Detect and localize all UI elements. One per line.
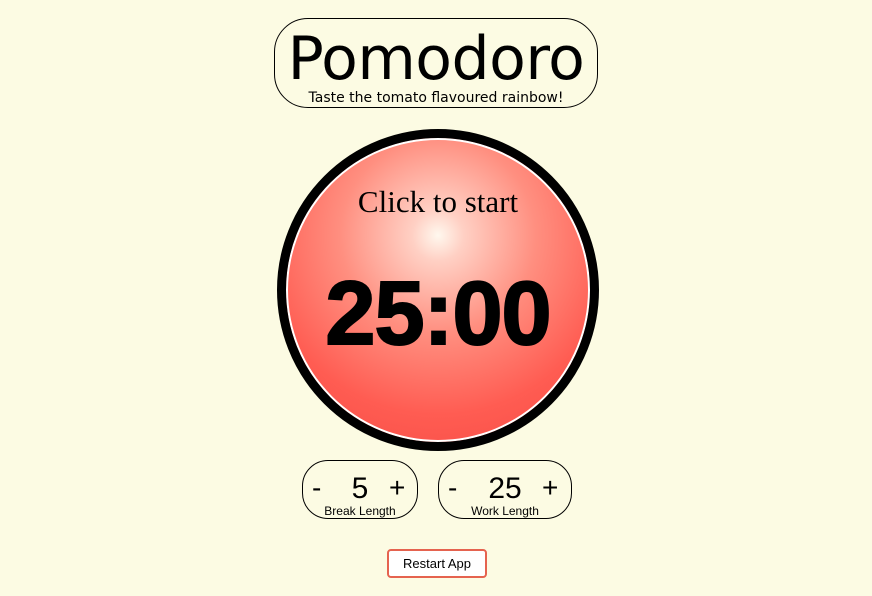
app-title: Pomodoro	[287, 24, 585, 94]
app-header: Pomodoro Taste the tomato flavoured rain…	[274, 18, 598, 108]
break-length-label: Break Length	[324, 504, 396, 518]
restart-app-button[interactable]: Restart App	[387, 549, 487, 578]
break-length-control: - 5 + Break Length	[302, 460, 418, 519]
break-increment-button[interactable]: +	[389, 473, 405, 503]
timer-status: Click to start	[357, 184, 519, 219]
timer-button[interactable]: Click to start 25:00	[277, 129, 599, 451]
work-increment-button[interactable]: +	[542, 473, 558, 503]
app-subtitle: Taste the tomato flavoured rainbow!	[308, 90, 564, 106]
work-length-label: Work Length	[471, 504, 539, 518]
work-length-control: - 25 + Work Length	[438, 460, 572, 519]
timer-display: 25:00	[324, 263, 552, 365]
